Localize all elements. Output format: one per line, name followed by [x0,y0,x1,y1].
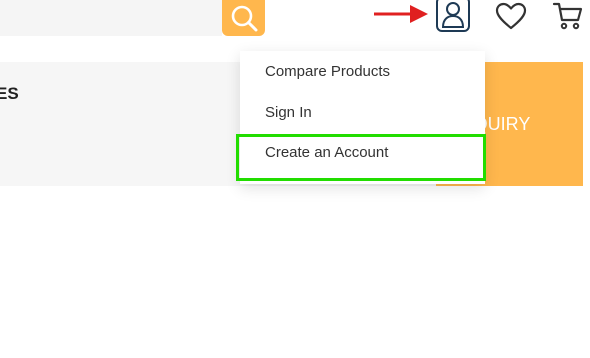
menu-item-compare-products[interactable]: Compare Products [265,63,390,80]
search-icon [231,5,257,32]
search-input[interactable] [0,0,222,36]
menu-item-create-account[interactable]: Create an Account [265,144,388,161]
wishlist-button[interactable] [494,0,528,32]
cart-icon [552,2,583,30]
arrow-annotation-icon [374,5,428,23]
account-dropdown-menu: Compare Products Sign In Create an Accou… [240,51,485,184]
heart-icon [495,2,527,30]
account-button[interactable] [436,0,470,32]
cart-button[interactable] [551,0,585,32]
menu-item-sign-in[interactable]: Sign In [265,104,312,121]
search-button[interactable] [222,0,265,36]
user-icon [441,2,465,28]
banner-heading: ES [0,84,19,103]
